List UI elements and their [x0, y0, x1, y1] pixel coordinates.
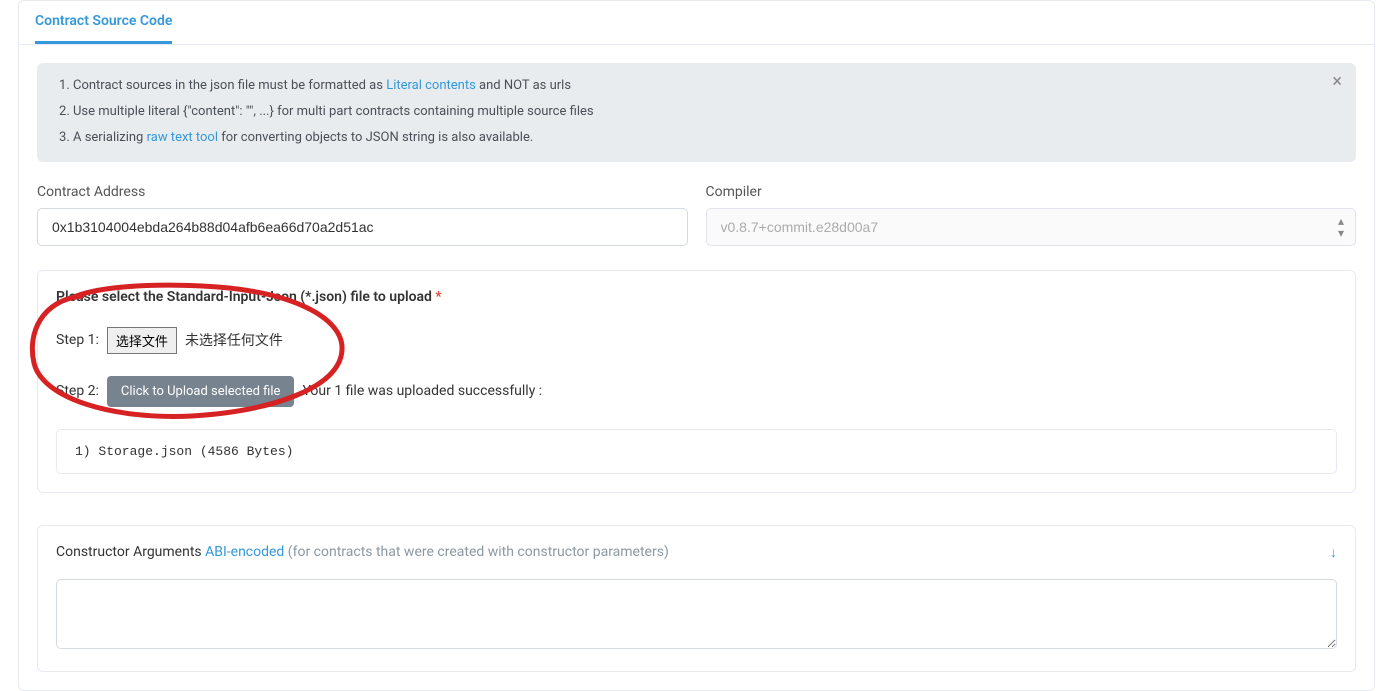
contract-address-label: Contract Address — [37, 184, 688, 200]
info-text: A serializing — [73, 130, 147, 145]
tab-header: Contract Source Code — [19, 1, 1374, 45]
no-file-text: 未选择任何文件 — [185, 330, 283, 350]
constructor-title: Constructor Arguments ABI-encoded (for c… — [56, 544, 669, 560]
compiler-select-wrapper: v0.8.7+commit.e28d00a7 ▴▾ — [706, 208, 1357, 246]
literal-contents-link[interactable]: Literal contents — [386, 78, 476, 93]
close-icon[interactable]: × — [1332, 73, 1342, 91]
info-item-1: Contract sources in the json file must b… — [73, 77, 1338, 95]
main-card: Contract Source Code × Contract sources … — [18, 0, 1375, 691]
contract-address-col: Contract Address — [37, 184, 688, 246]
content-area: × Contract sources in the json file must… — [19, 45, 1374, 690]
constructor-card: Constructor Arguments ABI-encoded (for c… — [37, 525, 1356, 672]
upload-card: Please select the Standard-Input-Json (*… — [37, 270, 1356, 493]
constructor-hint: (for contracts that were created with co… — [284, 544, 669, 560]
step-2-label: Step 2: — [56, 383, 99, 399]
constructor-label-text: Constructor Arguments — [56, 544, 205, 560]
step-1-label: Step 1: — [56, 332, 99, 348]
upload-status-text: Your 1 file was uploaded successfully : — [302, 383, 542, 399]
compiler-col: Compiler v0.8.7+commit.e28d00a7 ▴▾ — [706, 184, 1357, 246]
info-text: for converting objects to JSON string is… — [218, 130, 533, 145]
expand-arrow-icon[interactable]: ↓ — [1330, 544, 1337, 561]
constructor-textarea[interactable] — [56, 579, 1337, 649]
compiler-label: Compiler — [706, 184, 1357, 200]
contract-address-input[interactable] — [37, 208, 688, 246]
compiler-select[interactable]: v0.8.7+commit.e28d00a7 — [706, 208, 1357, 246]
uploaded-file-list: 1) Storage.json (4586 Bytes) — [56, 429, 1337, 474]
constructor-header: Constructor Arguments ABI-encoded (for c… — [56, 544, 1337, 561]
info-box: × Contract sources in the json file must… — [37, 63, 1356, 162]
form-row: Contract Address Compiler v0.8.7+commit.… — [37, 184, 1356, 246]
raw-text-tool-link[interactable]: raw text tool — [147, 130, 218, 145]
upload-title: Please select the Standard-Input-Json (*… — [56, 289, 1337, 305]
info-item-3: A serializing raw text tool for converti… — [73, 129, 1338, 147]
info-text: Contract sources in the json file must b… — [73, 78, 386, 93]
required-asterisk: * — [435, 289, 441, 305]
upload-button[interactable]: Click to Upload selected file — [107, 376, 295, 407]
step-1-row: Step 1: 选择文件 未选择任何文件 — [56, 327, 1337, 354]
abi-encoded-link[interactable]: ABI-encoded — [205, 544, 284, 560]
info-text: and NOT as urls — [476, 78, 571, 93]
tab-source-code[interactable]: Contract Source Code — [35, 1, 172, 44]
step-2-row: Step 2: Click to Upload selected file Yo… — [56, 376, 1337, 407]
upload-title-text: Please select the Standard-Input-Json (*… — [56, 289, 432, 305]
choose-file-button[interactable]: 选择文件 — [107, 327, 177, 354]
info-item-2: Use multiple literal {"content": "", ...… — [73, 103, 1338, 121]
